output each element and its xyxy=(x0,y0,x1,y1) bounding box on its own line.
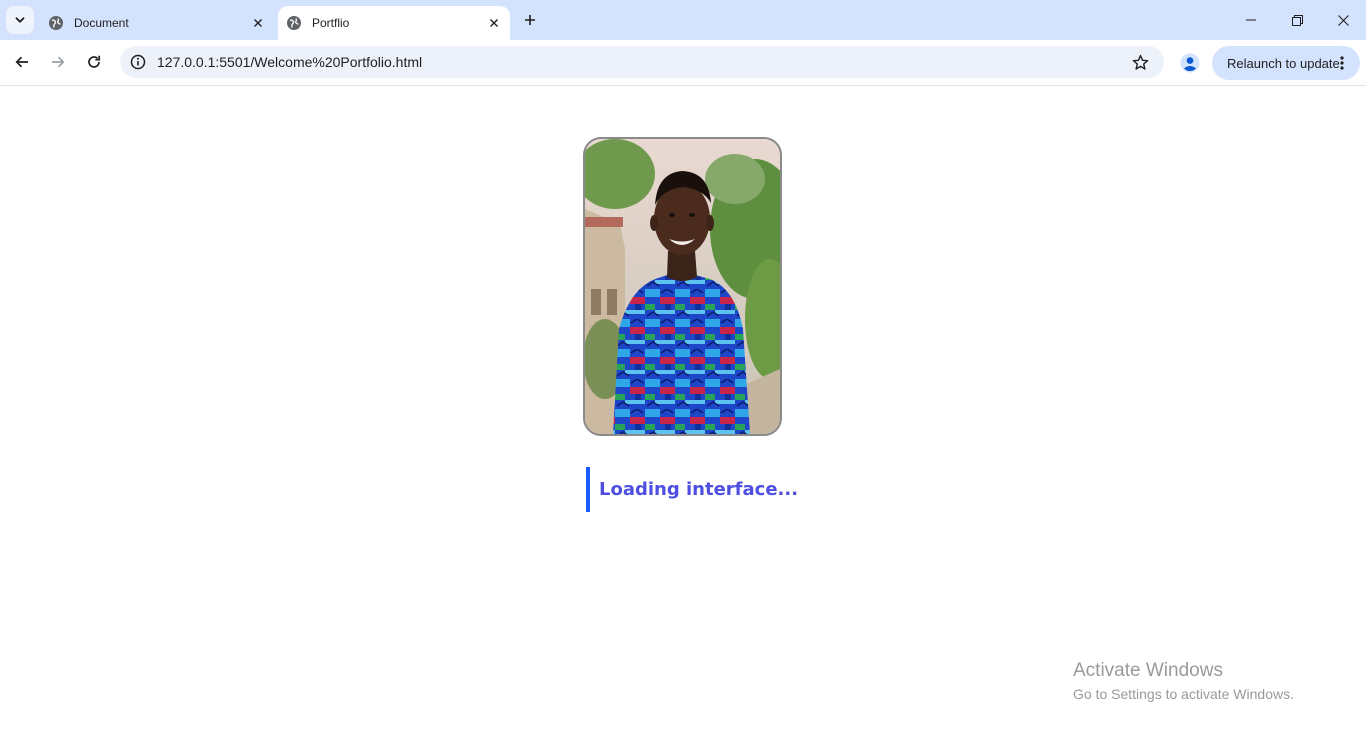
page-viewport: Loading interface... Activate Windows Go… xyxy=(0,87,1366,738)
browser-toolbar: 127.0.0.1:5501/Welcome%20Portfolio.html … xyxy=(0,40,1366,86)
portrait-image xyxy=(585,139,780,434)
close-icon xyxy=(254,19,262,27)
restore-icon xyxy=(1291,14,1303,26)
url-text[interactable]: 127.0.0.1:5501/Welcome%20Portfolio.html xyxy=(157,54,422,70)
person-icon xyxy=(1180,53,1200,73)
globe-icon xyxy=(49,16,63,30)
info-icon xyxy=(130,54,146,70)
close-icon xyxy=(1337,14,1349,26)
site-info-button[interactable] xyxy=(128,52,148,72)
globe-icon xyxy=(287,16,301,30)
minimize-icon xyxy=(1246,19,1256,21)
close-window-button[interactable] xyxy=(1320,0,1366,40)
close-tab-button[interactable] xyxy=(248,13,268,33)
activate-windows-watermark: Activate Windows Go to Settings to activ… xyxy=(1073,660,1294,702)
bookmark-button[interactable] xyxy=(1130,52,1150,72)
more-vert-icon xyxy=(1340,56,1344,70)
forward-button[interactable] xyxy=(43,47,73,77)
new-tab-button[interactable] xyxy=(518,8,542,32)
arrow-right-icon xyxy=(52,56,65,68)
tab-search-button[interactable] xyxy=(6,6,34,34)
loading-text: Loading interface... xyxy=(599,479,799,500)
tab-title: Portflio xyxy=(312,16,350,30)
profile-photo xyxy=(583,137,782,436)
watermark-subtitle: Go to Settings to activate Windows. xyxy=(1073,686,1294,702)
minimize-button[interactable] xyxy=(1228,0,1274,40)
restore-button[interactable] xyxy=(1274,0,1320,40)
tab-document[interactable]: Document xyxy=(40,6,276,40)
plus-icon xyxy=(525,15,535,25)
star-icon xyxy=(1132,54,1148,70)
chevron-down-icon xyxy=(15,17,25,23)
tab-title: Document xyxy=(74,16,129,30)
relaunch-label: Relaunch to update xyxy=(1227,55,1340,71)
arrow-left-icon xyxy=(15,56,28,68)
loading-indicator: Loading interface... xyxy=(586,467,798,512)
profile-button[interactable] xyxy=(1176,49,1204,77)
tab-portfolio[interactable]: Portflio xyxy=(278,6,510,40)
relaunch-button[interactable]: Relaunch to update xyxy=(1212,46,1360,80)
watermark-title: Activate Windows xyxy=(1073,660,1223,681)
back-button[interactable] xyxy=(7,47,37,77)
tab-strip: Document Portflio xyxy=(0,0,1366,40)
reload-button[interactable] xyxy=(79,47,109,77)
close-icon xyxy=(490,19,498,27)
close-tab-button[interactable] xyxy=(484,13,504,33)
reload-icon xyxy=(88,55,101,68)
address-bar[interactable]: 127.0.0.1:5501/Welcome%20Portfolio.html xyxy=(120,46,1164,78)
menu-button[interactable] xyxy=(1332,53,1352,73)
